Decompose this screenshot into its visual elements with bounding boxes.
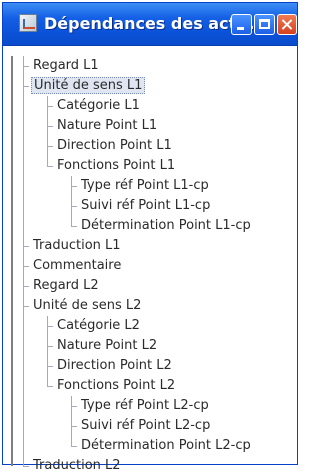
tree-line — [71, 396, 72, 406]
tree-node[interactable]: Suivi réf Point L2-cp — [79, 416, 212, 436]
tree-branch — [71, 446, 77, 447]
tree-node[interactable]: Type réf Point L2-cp — [79, 396, 211, 416]
tree-node[interactable]: Regard L1 — [31, 56, 101, 76]
tree-node-label: Unité de sens L1 — [31, 77, 146, 94]
tree-node[interactable]: Regard L2 — [31, 276, 101, 296]
tree-node-label: Suivi réf Point L2-cp — [81, 418, 211, 433]
tree-node-label: Unité de sens L2 — [33, 298, 142, 313]
tree-node-label: Détermination Point L2-cp — [81, 438, 251, 453]
tree-branch — [47, 166, 53, 167]
tree-line — [47, 96, 48, 106]
tree-node-label: Détermination Point L1-cp — [81, 218, 251, 233]
tree-line — [23, 306, 24, 466]
tree-node-label: Type réf Point L1-cp — [81, 178, 209, 193]
tree-node[interactable]: Nature Point L2 — [55, 336, 159, 356]
tree-branch — [47, 386, 53, 387]
tree-line — [23, 266, 24, 286]
tree-node-label: Regard L2 — [33, 278, 99, 293]
tree-line — [47, 106, 48, 126]
tree-node-label: Catégorie L2 — [57, 318, 140, 333]
tree-line — [47, 316, 48, 326]
tree-node[interactable]: Direction Point L1 — [55, 136, 174, 156]
tree-node-label: Traduction L2 — [33, 458, 121, 473]
dependency-tree: Regard L1 Unité de sens L1 Catégorie L1 Nat… — [3, 46, 297, 473]
title-bar[interactable]: Dépendances des act... — [3, 3, 297, 46]
maximize-button[interactable] — [254, 14, 275, 35]
tree-node[interactable]: Fonctions Point L1 — [55, 156, 177, 176]
tree-node-label: Fonctions Point L2 — [57, 378, 176, 393]
tree-line — [71, 406, 72, 426]
tree-line — [71, 206, 72, 226]
tree-line — [71, 186, 72, 206]
tree-node-label: Direction Point L1 — [57, 138, 172, 153]
tree-line — [23, 286, 24, 306]
window-title: Dépendances des act... — [44, 14, 255, 33]
tree-line — [23, 246, 24, 266]
tree-node[interactable]: Traduction L1 — [31, 236, 123, 256]
tree-node[interactable]: Unité de sens L2 — [31, 296, 143, 316]
tree-node[interactable]: Nature Point L1 — [55, 116, 159, 136]
tree-node[interactable]: Type réf Point L1-cp — [79, 176, 211, 196]
minimize-button[interactable] — [231, 14, 252, 35]
tree-node[interactable]: Commentaire — [31, 256, 123, 276]
tree-branch — [71, 226, 77, 227]
tree-panel: Regard L1 Unité de sens L1 Catégorie L1 Nat… — [3, 46, 297, 473]
tree-node[interactable]: Détermination Point L1-cp — [79, 216, 253, 236]
tree-node-label: Traduction L1 — [33, 238, 121, 253]
tree-node[interactable]: Traduction L2 — [31, 456, 123, 476]
tree-node[interactable]: Suivi réf Point L1-cp — [79, 196, 212, 216]
tree-node[interactable]: Direction Point L2 — [55, 356, 174, 376]
close-button[interactable] — [277, 14, 297, 35]
tree-line — [71, 176, 72, 186]
tree-node[interactable]: Unité de sens L1 — [31, 76, 146, 96]
tree-line — [47, 326, 48, 346]
tree-node[interactable]: Catégorie L2 — [55, 316, 142, 336]
tree-node-label: Fonctions Point L1 — [57, 158, 176, 173]
tree-node-label: Direction Point L2 — [57, 358, 172, 373]
tree-node[interactable]: Catégorie L1 — [55, 96, 142, 116]
tree-line — [23, 86, 24, 246]
tree-line — [71, 426, 72, 446]
tree-node[interactable]: Fonctions Point L2 — [55, 376, 177, 396]
tree-node-label: Commentaire — [33, 258, 122, 273]
tree-node[interactable]: Détermination Point L2-cp — [79, 436, 253, 456]
tree-line — [47, 126, 48, 146]
java-app-icon[interactable] — [19, 14, 37, 32]
tree-line — [47, 366, 48, 386]
tree-node-label: Type réf Point L2-cp — [81, 398, 209, 413]
tree-node-label: Catégorie L1 — [57, 98, 140, 113]
tree-node-label: Suivi réf Point L1-cp — [81, 198, 211, 213]
tree-node-label: Nature Point L1 — [57, 118, 158, 133]
tree-line — [47, 146, 48, 166]
tree-node-label: Nature Point L2 — [57, 338, 158, 353]
dependencies-window: Dépendances des act... Regard L1 Unité de… — [2, 2, 298, 473]
tree-line — [47, 346, 48, 366]
tree-line — [23, 56, 24, 66]
tree-line — [23, 66, 24, 86]
tree-node-label: Regard L1 — [33, 58, 99, 73]
